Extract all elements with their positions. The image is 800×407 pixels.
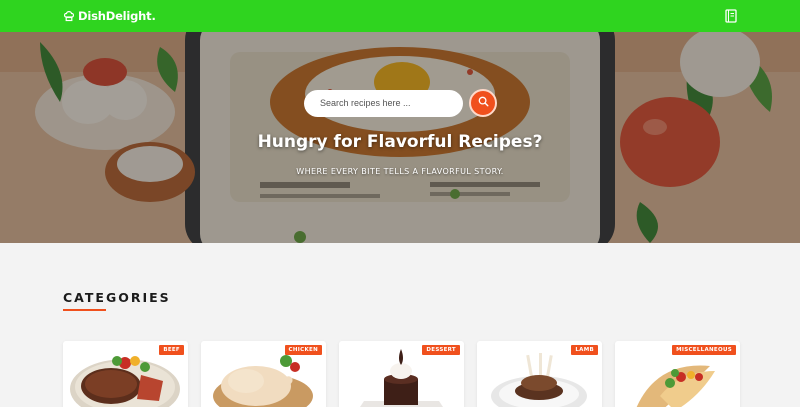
hero-subtitle: WHERE EVERY BITE TELLS A FLAVORFUL STORY… bbox=[296, 167, 504, 176]
category-badge: LAMB bbox=[571, 345, 598, 355]
search-button[interactable] bbox=[469, 89, 497, 117]
search-bar bbox=[304, 89, 497, 117]
category-badge: DESSERT bbox=[422, 345, 460, 355]
category-card-miscellaneous[interactable]: MISCELLANEOUS bbox=[615, 341, 740, 407]
hero-title: Hungry for Flavorful Recipes? bbox=[257, 132, 543, 152]
category-list: BEEF CHICKEN DESSERT LAMB MISCELLANEOUS bbox=[63, 341, 740, 407]
category-card-lamb[interactable]: LAMB bbox=[477, 341, 602, 407]
categories-heading: CATEGORIES bbox=[63, 290, 171, 305]
category-card-dessert[interactable]: DESSERT bbox=[339, 341, 464, 407]
category-badge: BEEF bbox=[159, 345, 184, 355]
brand-name: DishDelight. bbox=[78, 9, 156, 23]
chef-hat-icon bbox=[63, 10, 75, 22]
search-icon bbox=[478, 94, 489, 112]
recipe-book-icon[interactable] bbox=[725, 9, 737, 23]
category-badge: MISCELLANEOUS bbox=[672, 345, 736, 355]
category-card-beef[interactable]: BEEF bbox=[63, 341, 188, 407]
navbar: DishDelight. bbox=[0, 0, 800, 32]
heading-underline bbox=[63, 309, 106, 311]
category-card-chicken[interactable]: CHICKEN bbox=[201, 341, 326, 407]
search-input[interactable] bbox=[304, 89, 463, 117]
brand-logo[interactable]: DishDelight. bbox=[63, 9, 156, 23]
category-badge: CHICKEN bbox=[284, 345, 322, 355]
hero-banner: Hungry for Flavorful Recipes? WHERE EVER… bbox=[0, 32, 800, 243]
